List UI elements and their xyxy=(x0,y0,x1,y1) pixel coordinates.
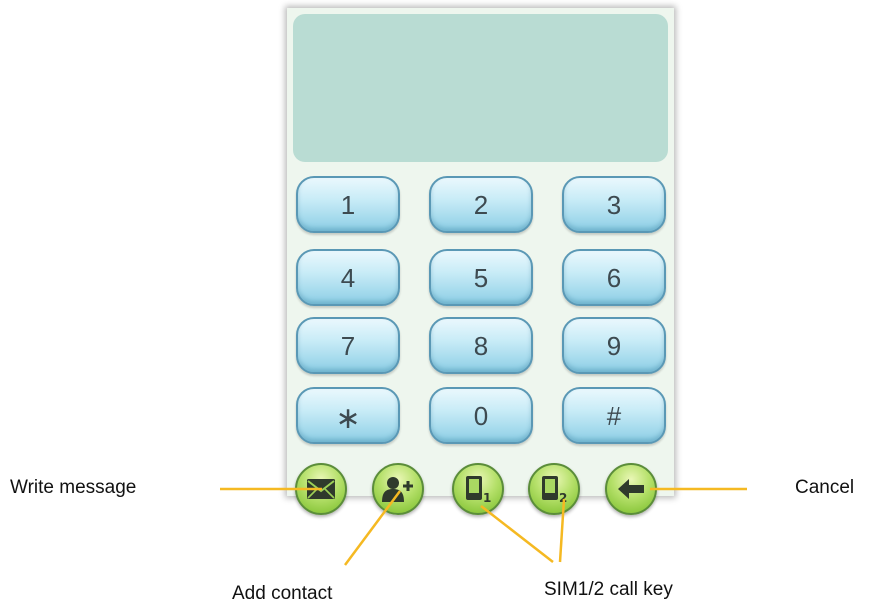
dialer-panel: 1 2 3 4 5 6 7 8 9 ∗ 0 # 1 2 xyxy=(287,8,674,515)
sim2-phone-icon: 2 xyxy=(542,476,567,504)
sim-call-callout: SIM1/2 call key xyxy=(544,579,673,600)
add-contact-button[interactable] xyxy=(372,463,424,515)
sim-badge: 1 xyxy=(483,491,491,504)
key-2[interactable]: 2 xyxy=(429,176,533,233)
key-star[interactable]: ∗ xyxy=(296,387,400,444)
write-message-button[interactable] xyxy=(295,463,347,515)
key-label: 7 xyxy=(340,330,356,361)
sim1-call-button[interactable]: 1 xyxy=(452,463,504,515)
sim1-leader xyxy=(480,505,554,563)
cancel-button[interactable] xyxy=(605,463,657,515)
key-9[interactable]: 9 xyxy=(562,317,666,374)
key-1[interactable]: 1 xyxy=(296,176,400,233)
key-label: 6 xyxy=(606,262,622,293)
key-label: ∗ xyxy=(335,401,361,435)
key-4[interactable]: 4 xyxy=(296,249,400,306)
sim1-phone-icon: 1 xyxy=(466,476,491,504)
number-display xyxy=(293,14,668,162)
back-arrow-icon xyxy=(618,479,644,499)
key-label: 5 xyxy=(473,262,489,293)
cancel-callout: Cancel xyxy=(795,477,855,498)
key-7[interactable]: 7 xyxy=(296,317,400,374)
key-label: 3 xyxy=(606,189,622,220)
key-label: 4 xyxy=(340,262,356,293)
write-message-callout: Write message xyxy=(10,477,137,498)
key-label: 1 xyxy=(340,189,356,220)
key-5[interactable]: 5 xyxy=(429,249,533,306)
key-label: 2 xyxy=(473,189,489,220)
sim2-call-button[interactable]: 2 xyxy=(528,463,580,515)
sim-badge: 2 xyxy=(559,491,567,504)
key-label: 9 xyxy=(606,330,622,361)
key-label: # xyxy=(606,400,622,431)
key-hash[interactable]: # xyxy=(562,387,666,444)
key-label: 0 xyxy=(473,400,489,431)
add-contact-callout: Add contact xyxy=(232,583,333,604)
add-person-icon xyxy=(382,477,413,502)
key-label: 8 xyxy=(473,330,489,361)
key-6[interactable]: 6 xyxy=(562,249,666,306)
key-3[interactable]: 3 xyxy=(562,176,666,233)
envelope-icon xyxy=(307,479,335,499)
key-0[interactable]: 0 xyxy=(429,387,533,444)
key-8[interactable]: 8 xyxy=(429,317,533,374)
